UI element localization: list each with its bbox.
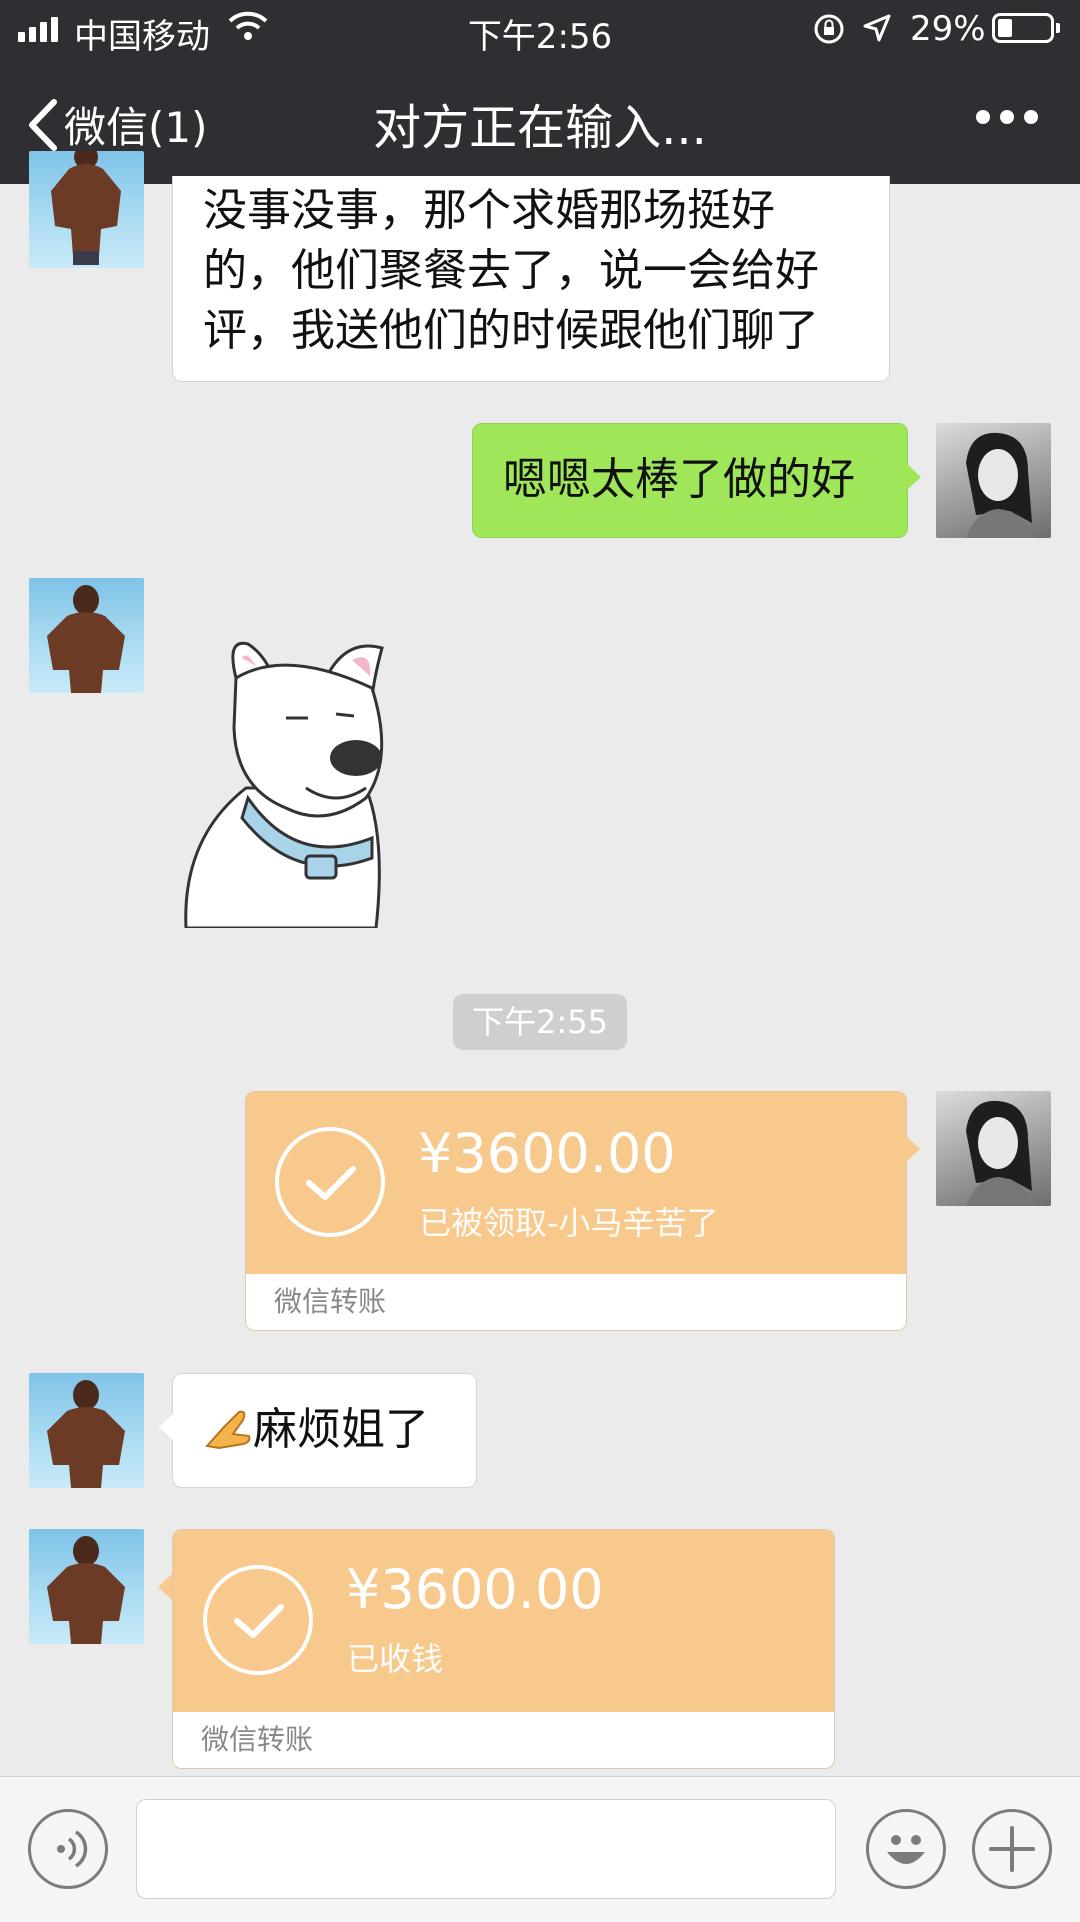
- nav-bar: 微信(1) 对方正在输入...: [0, 60, 1080, 184]
- transfer-amount: ¥3600.00: [346, 1558, 604, 1621]
- battery-percent: 29%: [910, 9, 986, 49]
- transfer-footer: 微信转账: [173, 1712, 834, 1768]
- voice-icon: [57, 1830, 88, 1868]
- plus-icon: [989, 1826, 1035, 1872]
- bubble-tail: [158, 1574, 172, 1600]
- contact-avatar[interactable]: [29, 578, 144, 693]
- my-avatar[interactable]: [936, 1091, 1051, 1206]
- transfer-note: 已收钱: [347, 1640, 444, 1678]
- contact-avatar[interactable]: [29, 1529, 144, 1644]
- message-bubble[interactable]: 没事没事，那个求婚那场挺好的，他们聚餐去了，说一会给好评，我送他们的时候跟他们聊…: [172, 176, 890, 382]
- bubble-tail: [906, 1136, 920, 1162]
- battery-icon: [992, 13, 1060, 43]
- message-text: 没事没事，那个求婚那场挺好的，他们聚餐去了，说一会给好评，我送他们的时候跟他们聊…: [203, 185, 819, 356]
- dog-sticker[interactable]: [176, 638, 416, 930]
- rotation-lock-icon: [812, 12, 846, 55]
- check-circle-icon: [203, 1565, 313, 1675]
- message-text: 嗯嗯太棒了做的好: [503, 454, 855, 505]
- message-input[interactable]: [136, 1799, 836, 1899]
- contact-avatar[interactable]: [29, 151, 144, 268]
- message-text: 麻烦姐了: [253, 1404, 429, 1455]
- transfer-card[interactable]: ¥3600.00 已收钱 微信转账: [172, 1529, 835, 1769]
- input-bar: [0, 1776, 1080, 1922]
- message-bubble[interactable]: 嗯嗯太棒了做的好: [472, 423, 921, 538]
- plus-button[interactable]: [972, 1809, 1052, 1889]
- location-arrow-icon: [862, 12, 892, 52]
- transfer-amount: ¥3600.00: [418, 1122, 676, 1185]
- voice-button[interactable]: [28, 1809, 108, 1889]
- contact-avatar[interactable]: [29, 1373, 144, 1488]
- bubble-tail: [159, 1414, 173, 1440]
- bubble-tail: [907, 464, 921, 490]
- transfer-card[interactable]: ¥3600.00 已被领取-小马辛苦了 微信转账: [245, 1091, 907, 1331]
- message-timestamp: 下午2:55: [453, 994, 627, 1050]
- status-bar: 中国移动 下午2:56 29%: [0, 0, 1080, 60]
- emoji-button[interactable]: [866, 1809, 946, 1889]
- check-circle-icon: [275, 1127, 385, 1237]
- message-bubble[interactable]: 麻烦姐了: [159, 1373, 477, 1488]
- praying-hands-icon: [203, 1406, 253, 1450]
- chat-title: 对方正在输入...: [373, 100, 707, 156]
- more-dots-icon[interactable]: [976, 110, 1038, 124]
- my-avatar[interactable]: [936, 423, 1051, 538]
- transfer-footer: 微信转账: [246, 1274, 906, 1330]
- emoji-icon: [887, 1835, 925, 1864]
- transfer-note: 已被领取-小马辛苦了: [419, 1204, 719, 1242]
